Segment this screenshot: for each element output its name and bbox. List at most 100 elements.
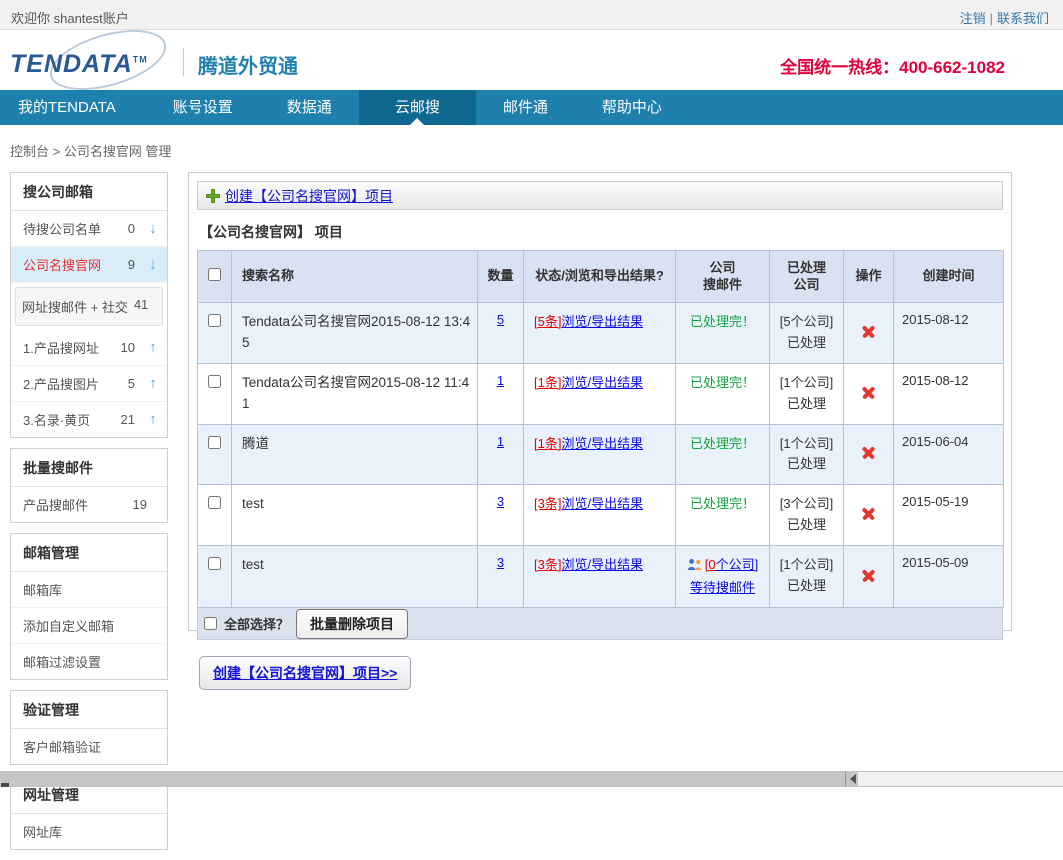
view-export-link[interactable]: 浏览/导出结果	[561, 557, 643, 572]
sidebar-item-directory-yellowpages[interactable]: 3.名录·黄页 21 ↑	[11, 402, 167, 437]
scrollbar-corner-mark	[1, 783, 9, 787]
row-checkbox[interactable]	[208, 496, 221, 509]
mail-status: 已处理完！	[690, 496, 755, 511]
delete-icon[interactable]	[861, 568, 876, 583]
header-status: 状态/浏览和导出结果?	[524, 251, 676, 303]
product-name: 腾道外贸通	[198, 50, 298, 79]
sidebar-item-mailbox-filter-settings[interactable]: 邮箱过滤设置	[11, 644, 167, 679]
sidebar-item-product-search-image[interactable]: 2.产品搜图片 5 ↑	[11, 366, 167, 402]
scroll-left-arrow-icon[interactable]	[850, 774, 856, 784]
table-footer: 全部选择？ 批量删除项目	[197, 608, 1003, 640]
item-count: 5	[128, 376, 135, 391]
result-tag-link[interactable]: [1条]	[534, 436, 561, 451]
nav-item-help-center[interactable]: 帮助中心	[575, 90, 689, 125]
sidebar-item-add-custom-mailbox[interactable]: 添加自定义邮箱	[11, 608, 167, 644]
table-row: test 3 [3条]浏览/导出结果 已处理完！ [3个公司] 已处理 2015…	[198, 485, 1004, 546]
header-count: 数量	[478, 251, 524, 303]
table-header-row: 搜索名称 数量 状态/浏览和导出结果? 公司 搜邮件 已处理 公司 操作 创建时…	[198, 251, 1004, 303]
select-all-checkbox[interactable]	[204, 617, 217, 630]
sidebar-section-verification-management: 验证管理 客户邮箱验证	[10, 690, 168, 765]
topbar-separator: |	[990, 11, 993, 26]
sidebar-item-mailbox-library[interactable]: 邮箱库	[11, 572, 167, 608]
row-checkbox[interactable]	[208, 557, 221, 570]
processed-label: 已处理	[787, 456, 826, 471]
view-export-link[interactable]: 浏览/导出结果	[561, 436, 643, 451]
sidebar-item-url-library[interactable]: 网址库	[11, 814, 167, 849]
delete-icon[interactable]	[861, 385, 876, 400]
nav-item-cloud-mail-search[interactable]: 云邮搜	[359, 90, 476, 125]
brand-divider	[183, 48, 184, 76]
create-project-bar: 创建【公司名搜官网】项目	[197, 181, 1003, 210]
scrollbar-thumb[interactable]	[858, 772, 1063, 786]
item-count: 9	[128, 257, 135, 272]
hotline-text: 全国统一热线：400-662-1082	[780, 53, 1005, 78]
row-checkbox[interactable]	[208, 314, 221, 327]
result-tag-link[interactable]: [1条]	[534, 375, 561, 390]
waiting-count-link[interactable]: [0	[705, 557, 716, 572]
delete-icon[interactable]	[861, 445, 876, 460]
nav-item-data-tong[interactable]: 数据通	[260, 90, 359, 125]
count-link[interactable]: 5	[497, 312, 504, 327]
sidebar-item-product-search-email[interactable]: 产品搜邮件 19	[11, 487, 167, 522]
sidebar-section-title: 批量搜邮件	[11, 449, 167, 487]
batch-delete-button[interactable]: 批量删除项目	[296, 609, 408, 639]
header-action: 操作	[844, 251, 894, 303]
sidebar-item-url-search-email-social[interactable]: 网址搜邮件 + 社交 41	[11, 283, 167, 330]
create-project-button[interactable]: 创建【公司名搜官网】项目>>	[199, 656, 411, 690]
sidebar-item-product-search-url[interactable]: 1.产品搜网址 10 ↑	[11, 330, 167, 366]
processed-count: [3个公司]	[780, 496, 833, 511]
scrollbar-divider	[845, 771, 846, 787]
contact-us-link[interactable]: 联系我们	[997, 11, 1049, 26]
up-arrow-icon: ↑	[147, 411, 159, 428]
sidebar-item-pending-company-list[interactable]: 待搜公司名单 0 ↓	[11, 211, 167, 247]
down-arrow-icon: ↓	[147, 256, 159, 273]
count-link[interactable]: 3	[497, 555, 504, 570]
sidebar-item-customer-email-verification[interactable]: 客户邮箱验证	[11, 729, 167, 764]
row-checkbox[interactable]	[208, 436, 221, 449]
processed-count: [1个公司]	[780, 436, 833, 451]
processed-label: 已处理	[787, 517, 826, 532]
processed-label: 已处理	[787, 335, 826, 350]
header-search-name: 搜索名称	[232, 251, 478, 303]
item-count: 41	[134, 297, 148, 316]
nav-item-account-settings[interactable]: 账号设置	[146, 90, 260, 125]
waiting-mail-link[interactable]: 等待搜邮件	[690, 580, 755, 595]
processed-label: 已处理	[787, 396, 826, 411]
count-link[interactable]: 1	[497, 373, 504, 388]
welcome-text: 欢迎你 shantest账户	[11, 8, 129, 27]
count-link[interactable]: 1	[497, 434, 504, 449]
horizontal-scrollbar[interactable]	[0, 771, 1063, 787]
processed-count: [5个公司]	[780, 314, 833, 329]
processed-label: 已处理	[787, 578, 826, 593]
waiting-company-link[interactable]: 个公司]	[716, 557, 759, 572]
sidebar-item-company-name-search[interactable]: 公司名搜官网 9 ↓	[11, 247, 167, 283]
mail-status: 已处理完！	[690, 436, 755, 451]
table-row: test 3 [3条]浏览/导出结果 [0个公司] 等待搜邮件 [1个公司] 已…	[198, 545, 1004, 608]
create-project-button-label[interactable]: 创建【公司名搜官网】项目>>	[213, 665, 397, 681]
delete-icon[interactable]	[861, 506, 876, 521]
result-tag-link[interactable]: [5条]	[534, 314, 561, 329]
result-tag-link[interactable]: [3条]	[534, 557, 561, 572]
section-title: 【公司名搜官网】 项目	[199, 222, 1003, 242]
sidebar-section-title: 邮箱管理	[11, 534, 167, 572]
result-tag-link[interactable]: [3条]	[534, 496, 561, 511]
header-checkbox[interactable]	[208, 268, 221, 281]
create-project-link[interactable]: 创建【公司名搜官网】项目	[225, 186, 393, 206]
nav-item-mail-tong[interactable]: 邮件通	[476, 90, 575, 125]
mail-status: 已处理完！	[690, 375, 755, 390]
view-export-link[interactable]: 浏览/导出结果	[561, 314, 643, 329]
created-date: 2015-06-04	[894, 424, 1004, 485]
table-row: Tendata公司名搜官网2015-08-12 13:45 5 [5条]浏览/导…	[198, 303, 1004, 364]
view-export-link[interactable]: 浏览/导出结果	[561, 496, 643, 511]
nav-item-my-tendata[interactable]: 我的TENDATA	[0, 90, 146, 125]
count-link[interactable]: 3	[497, 494, 504, 509]
logout-link[interactable]: 注销	[960, 11, 986, 26]
delete-icon[interactable]	[861, 324, 876, 339]
header-company-mail: 公司 搜邮件	[676, 251, 770, 303]
created-date: 2015-05-09	[894, 545, 1004, 608]
row-checkbox[interactable]	[208, 375, 221, 388]
header-checkbox-cell	[198, 251, 232, 303]
view-export-link[interactable]: 浏览/导出结果	[561, 375, 643, 390]
up-arrow-icon: ↑	[147, 339, 159, 356]
plus-icon	[206, 189, 220, 203]
